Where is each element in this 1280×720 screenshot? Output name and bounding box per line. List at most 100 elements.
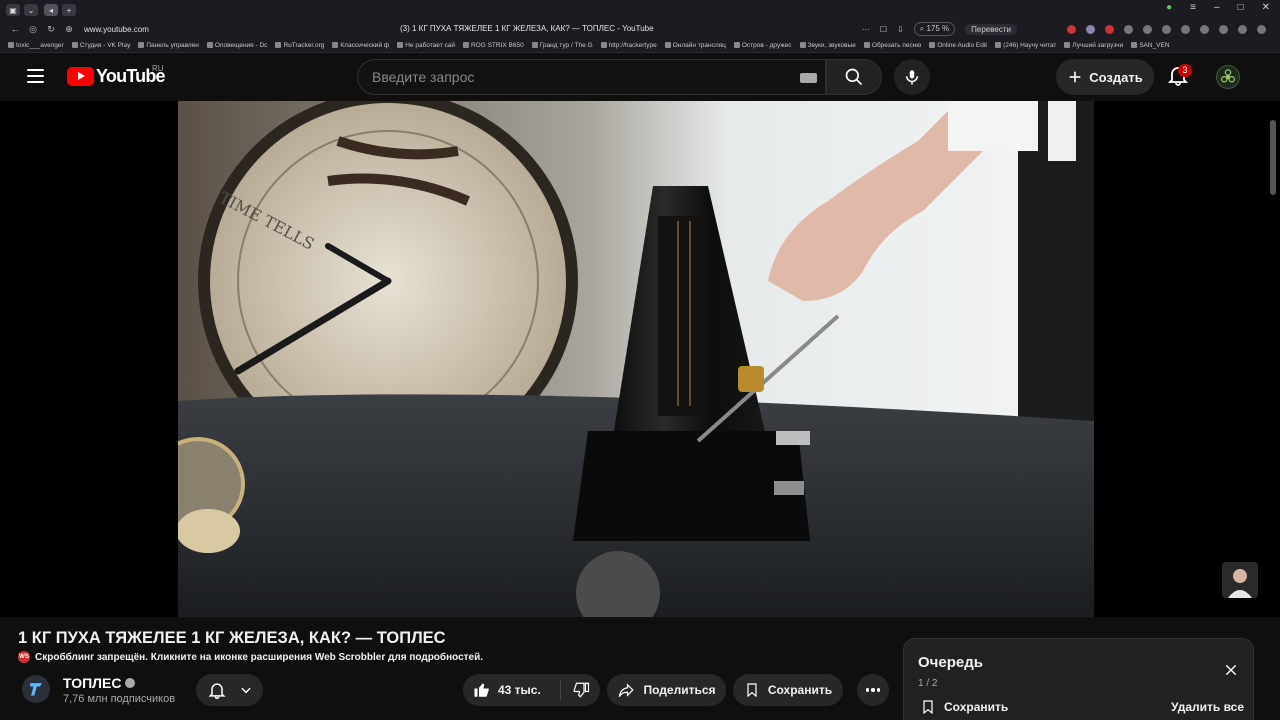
delete-all-button[interactable]: Удалить все: [1171, 700, 1244, 714]
extension-icon[interactable]: [1238, 24, 1247, 34]
more-actions-button[interactable]: [857, 674, 889, 706]
translate-button[interactable]: Перевести: [965, 23, 1017, 35]
thumbs-up-icon: [474, 683, 489, 697]
bookmark-item[interactable]: Гранд тур / The G: [531, 41, 593, 49]
favicon-icon: [995, 42, 1002, 48]
tab-title: (3) 1 КГ ПУХА ТЯЖЕЛЕЕ 1 КГ ЖЕЛЕЗА, КАК? …: [400, 24, 654, 33]
bookmark-label: Оповещения - Dc: [214, 41, 268, 49]
bookmark-item[interactable]: Лучший загрузчи: [1064, 42, 1123, 49]
dislike-button[interactable]: [561, 681, 600, 699]
scrobbler-notice[interactable]: WS Скробблинг запрещён. Кликните на икон…: [18, 651, 483, 663]
extension-icon[interactable]: [1200, 24, 1209, 34]
shield-icon[interactable]: ◎: [24, 24, 42, 35]
url-text[interactable]: www.youtube.com: [84, 25, 149, 34]
bookmark-item[interactable]: Классический ф: [332, 42, 389, 49]
channel-name[interactable]: ТОПЛЕС: [63, 675, 136, 691]
bookmark-label: Не работает сай: [405, 41, 455, 49]
window-controls: ● ≡ – □ ✕: [1166, 2, 1270, 13]
keyboard-icon[interactable]: [800, 73, 817, 83]
search-icon: [845, 68, 863, 86]
bookmark-item[interactable]: Оповещения - Dc: [206, 41, 268, 49]
bookmark-item[interactable]: Не работает сай: [397, 42, 455, 49]
bookmark-item[interactable]: ROG STRIX B650: [462, 42, 524, 49]
zoom-value: 175 %: [926, 24, 950, 33]
extension-icon[interactable]: [1067, 24, 1076, 34]
bookmark-label: http://hackertype: [608, 41, 657, 49]
subscription-notifications-button[interactable]: [196, 674, 263, 706]
extension-icon[interactable]: [1181, 24, 1190, 34]
bookmark-item[interactable]: Обрезать песню: [863, 42, 921, 49]
tab-overview-button[interactable]: ▣: [6, 4, 20, 16]
extension-icon[interactable]: [1105, 24, 1114, 34]
extension-icon[interactable]: [1124, 24, 1133, 34]
create-button[interactable]: Создать: [1056, 59, 1154, 95]
extension-icon[interactable]: [1162, 24, 1171, 34]
new-tab-button[interactable]: +: [62, 4, 76, 16]
biohazard-icon: [1221, 69, 1235, 83]
channel-avatar[interactable]: [22, 675, 50, 703]
extension-icon[interactable]: ●: [1166, 2, 1172, 13]
bookmark-icon[interactable]: ☐: [880, 25, 887, 34]
queue-save-button[interactable]: Сохранить: [920, 698, 1008, 716]
search-button[interactable]: [826, 59, 882, 95]
bookmark-item[interactable]: (246) Научу читат: [995, 42, 1056, 49]
zoom-indicator[interactable]: ⌕ 175 %: [913, 22, 956, 36]
voice-search-button[interactable]: [894, 59, 930, 95]
bookmark-item[interactable]: http://hackertype: [600, 41, 657, 49]
extension-icon[interactable]: [1219, 24, 1228, 34]
youtube-logo[interactable]: YouTube RU: [67, 64, 166, 87]
bookmark-item[interactable]: SAN_VEN: [1131, 42, 1170, 49]
extension-icon[interactable]: [1257, 24, 1266, 34]
minimize-button[interactable]: –: [1214, 2, 1220, 13]
presenter-thumbnail[interactable]: [1222, 562, 1258, 598]
close-icon[interactable]: [1224, 663, 1238, 677]
active-tab[interactable]: ◂: [44, 4, 58, 16]
favicon-icon: [275, 42, 282, 48]
address-actions: ··· ☐ ⇩ ⌕ 175 % Перевести: [862, 20, 1266, 38]
zoom-icon: ⌕: [919, 24, 925, 33]
favicon-icon: [71, 42, 78, 48]
site-info-icon[interactable]: ⊕: [60, 24, 78, 35]
browser-tab-strip: ▣ ⌄ ◂ + ● ≡ – □ ✕: [0, 0, 1280, 20]
tab-list-button[interactable]: ⌄: [24, 4, 38, 16]
back-icon[interactable]: ←: [6, 24, 24, 34]
close-window-button[interactable]: ✕: [1262, 2, 1270, 13]
more-icon[interactable]: ···: [862, 25, 870, 34]
video-frame-image: TIME TELLS: [178, 101, 1094, 617]
bookmark-item[interactable]: Звуки, звуковые: [799, 41, 856, 49]
search-input[interactable]: [358, 60, 825, 94]
bookmark-item[interactable]: Online Audio Edit: [929, 42, 987, 49]
bookmark-item[interactable]: toxic___avenger: [8, 42, 64, 49]
share-icon: [619, 683, 635, 698]
menu-icon[interactable]: ≡: [1190, 2, 1196, 13]
bookmark-label: Лучший загрузчи: [1072, 41, 1124, 49]
favicon-icon: [206, 42, 213, 48]
bookmark-item[interactable]: Панель управлен: [138, 42, 199, 49]
bookmark-label: Звуки, звуковые: [807, 41, 856, 49]
plus-icon: [1069, 71, 1081, 83]
queue-save-label: Сохранить: [944, 700, 1009, 714]
favicon-icon: [863, 42, 870, 48]
extension-icon[interactable]: [1086, 24, 1095, 34]
video-player[interactable]: TIME TELLS: [178, 101, 1094, 617]
bookmark-label: Студия - VK Play: [79, 41, 131, 49]
maximize-button[interactable]: □: [1238, 2, 1244, 13]
queue-title: Очередь: [918, 654, 983, 671]
bookmark-item[interactable]: Студия - VK Play: [71, 41, 131, 49]
share-button[interactable]: Поделиться: [607, 674, 726, 706]
hamburger-menu-icon[interactable]: [27, 69, 44, 83]
extension-icon[interactable]: [1143, 24, 1152, 34]
bookmark-label: Гранд тур / The G: [539, 41, 593, 49]
scroll-indicator[interactable]: [1270, 120, 1276, 195]
bookmark-item[interactable]: RuTracker.org: [275, 42, 324, 49]
like-button[interactable]: 43 тыс.: [463, 680, 561, 700]
bookmark-item[interactable]: Остров - дружес: [733, 42, 792, 49]
scrobbler-notice-text: Скробблинг запрещён. Кликните на иконке …: [35, 651, 484, 663]
download-icon[interactable]: ⇩: [897, 25, 904, 34]
bookmark-item[interactable]: Онлайн трансляц: [664, 42, 726, 49]
save-button[interactable]: Сохранить: [733, 674, 843, 706]
account-avatar[interactable]: [1216, 65, 1240, 89]
channel-logo-icon: [30, 683, 42, 696]
reload-icon[interactable]: ↻: [42, 24, 60, 35]
queue-panel: Очередь 1 / 2 Сохранить Удалить все: [903, 638, 1254, 720]
